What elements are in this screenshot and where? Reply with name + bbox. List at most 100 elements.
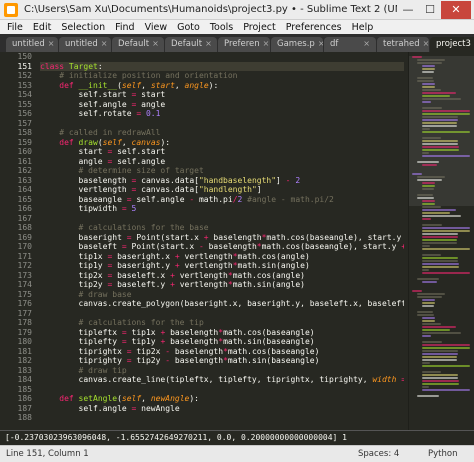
- code-line[interactable]: canvas.create_line(tipleftx, tiplefty, t…: [40, 375, 404, 385]
- minimap[interactable]: [408, 52, 474, 430]
- code-line[interactable]: def draw(self, canvas):: [40, 138, 404, 148]
- tab-8[interactable]: project3×: [430, 37, 474, 52]
- minimap-line: [421, 320, 436, 322]
- tab-close-icon[interactable]: ×: [101, 39, 108, 52]
- code-line[interactable]: # draw tip: [40, 366, 404, 376]
- code-line[interactable]: tip2x = baseleft.x + vertlength*math.cos…: [40, 271, 404, 281]
- tab-3[interactable]: Default ×: [165, 37, 217, 52]
- minimap-line: [421, 110, 470, 112]
- minimap-line: [421, 353, 458, 355]
- code-line[interactable]: tiplefty = tip1y + baselength*math.sin(b…: [40, 337, 404, 347]
- code-line[interactable]: tipwidth = 5: [40, 204, 404, 214]
- code-line[interactable]: tipleftx = tip1x + baselength*math.cos(b…: [40, 328, 404, 338]
- code-line[interactable]: baseangle = self.angle - math.pi/2 #angl…: [40, 195, 404, 205]
- code-line[interactable]: # called in redrawAll: [40, 128, 404, 138]
- minimap-line: [421, 98, 462, 100]
- code-line[interactable]: [40, 214, 404, 224]
- tab-label: untitled: [12, 39, 45, 49]
- code-line[interactable]: [40, 413, 404, 423]
- code-line[interactable]: tip1y = baseright.y + vertlength*math.si…: [40, 261, 404, 271]
- code-line[interactable]: tip2y = baseleft.y + vertlength*math.sin…: [40, 280, 404, 290]
- minimap-line: [421, 359, 457, 361]
- tab-close-icon[interactable]: ×: [363, 39, 370, 52]
- tab-2[interactable]: Default ×: [112, 37, 164, 52]
- code-line[interactable]: baseleft = Point(start.x - baselength*ma…: [40, 242, 404, 252]
- code-line[interactable]: baseright = Point(start.x + baselength*m…: [40, 233, 404, 243]
- maximize-button[interactable]: ☐: [419, 1, 441, 19]
- menu-preferences[interactable]: Preferences: [281, 22, 347, 33]
- menu-selection[interactable]: Selection: [56, 22, 110, 33]
- code-line[interactable]: # determine size of target: [40, 166, 404, 176]
- line-number: 188: [17, 413, 32, 422]
- tab-close-icon[interactable]: ×: [152, 39, 159, 52]
- menu-help[interactable]: Help: [347, 22, 379, 33]
- tab-5[interactable]: Games.p ×: [271, 37, 323, 52]
- code-line[interactable]: # initialize position and orientation: [40, 71, 404, 81]
- menu-goto[interactable]: Goto: [172, 22, 205, 33]
- tab-close-icon[interactable]: ×: [423, 39, 429, 52]
- menu-view[interactable]: View: [140, 22, 173, 33]
- minimap-line: [416, 197, 435, 199]
- code-line[interactable]: self.angle = newAngle: [40, 404, 404, 414]
- status-indentation[interactable]: Spaces: 4: [358, 449, 428, 459]
- minimap-line: [421, 344, 470, 346]
- menu-edit[interactable]: Edit: [28, 22, 56, 33]
- line-number: 180: [17, 337, 32, 346]
- code-line[interactable]: [40, 309, 404, 319]
- tab-0[interactable]: untitled ×: [6, 37, 58, 52]
- code-line[interactable]: def setAngle(self, newAngle):: [40, 394, 404, 404]
- close-button[interactable]: ✕: [441, 0, 471, 19]
- code-line[interactable]: self.angle = angle: [40, 100, 404, 110]
- code-line[interactable]: # calculations for the tip: [40, 318, 404, 328]
- minimap-line: [421, 122, 457, 124]
- minimap-line: [421, 317, 436, 319]
- console-text: [-0.23703023963096048, -1.65527426492702…: [5, 433, 347, 442]
- code-line[interactable]: # calculations for the base: [40, 223, 404, 233]
- menu-tools[interactable]: Tools: [205, 22, 238, 33]
- code-line[interactable]: class Target:: [40, 61, 404, 71]
- minimap-line: [421, 143, 459, 145]
- code-line[interactable]: baselength = canvas.data["handbaselength…: [40, 176, 404, 186]
- code-line[interactable]: self.start = start: [40, 90, 404, 100]
- editor[interactable]: 150 151 152 153 154 155 156 157 158 159 160 161 162 1…: [0, 52, 474, 430]
- tab-close-icon[interactable]: ×: [205, 39, 212, 52]
- code-line[interactable]: canvas.create_polygon(baseright.x, baser…: [40, 299, 404, 309]
- code-area[interactable]: class Target: # initialize position and …: [40, 52, 404, 430]
- tab-1[interactable]: untitled ×: [59, 37, 111, 52]
- code-line[interactable]: [40, 385, 404, 395]
- minimap-line: [421, 332, 462, 334]
- code-line[interactable]: vertlength = canvas.data["handlength"]: [40, 185, 404, 195]
- line-number: 150: [17, 52, 32, 61]
- minimize-button[interactable]: —: [397, 1, 419, 19]
- code-line[interactable]: self.rotate = 0.1: [40, 109, 404, 119]
- menu-project[interactable]: Project: [238, 22, 281, 33]
- minimap-line: [421, 254, 442, 256]
- code-line[interactable]: [40, 52, 404, 62]
- minimap-line: [421, 182, 436, 184]
- tab-close-icon[interactable]: ×: [48, 39, 55, 52]
- status-syntax[interactable]: Python: [428, 449, 474, 459]
- tab-6[interactable]: df ×: [324, 37, 376, 52]
- code-line[interactable]: tiprightx = tip2x - baselength*math.cos(…: [40, 347, 404, 357]
- code-line[interactable]: tip1x = baseright.x + vertlength*math.co…: [40, 252, 404, 262]
- tab-close-icon[interactable]: ×: [318, 39, 323, 52]
- code-line[interactable]: def __init__(self, start, angle):: [40, 81, 404, 91]
- minimap-line: [421, 65, 436, 67]
- code-line[interactable]: tiprighty = tip2y - baselength*math.sin(…: [40, 356, 404, 366]
- line-number: 181: [17, 346, 32, 356]
- minimap-line: [421, 101, 431, 103]
- code-line[interactable]: start = self.start: [40, 147, 404, 157]
- code-line[interactable]: [40, 119, 404, 129]
- minimap-line: [421, 329, 451, 331]
- menu-file[interactable]: File: [2, 22, 28, 33]
- code-line[interactable]: # draw base: [40, 290, 404, 300]
- tab-close-icon[interactable]: ×: [263, 39, 270, 52]
- line-number: 158: [17, 128, 32, 137]
- tab-4[interactable]: Preferen ×: [218, 37, 270, 52]
- window-title: C:\Users\Sam Xu\Documents\Humanoids\proj…: [24, 4, 397, 15]
- tab-7[interactable]: tetrahed ×: [377, 37, 429, 52]
- code-line[interactable]: angle = self.angle: [40, 157, 404, 167]
- minimap-line: [421, 128, 430, 130]
- menu-find[interactable]: Find: [110, 22, 139, 33]
- minimap-line: [421, 386, 430, 388]
